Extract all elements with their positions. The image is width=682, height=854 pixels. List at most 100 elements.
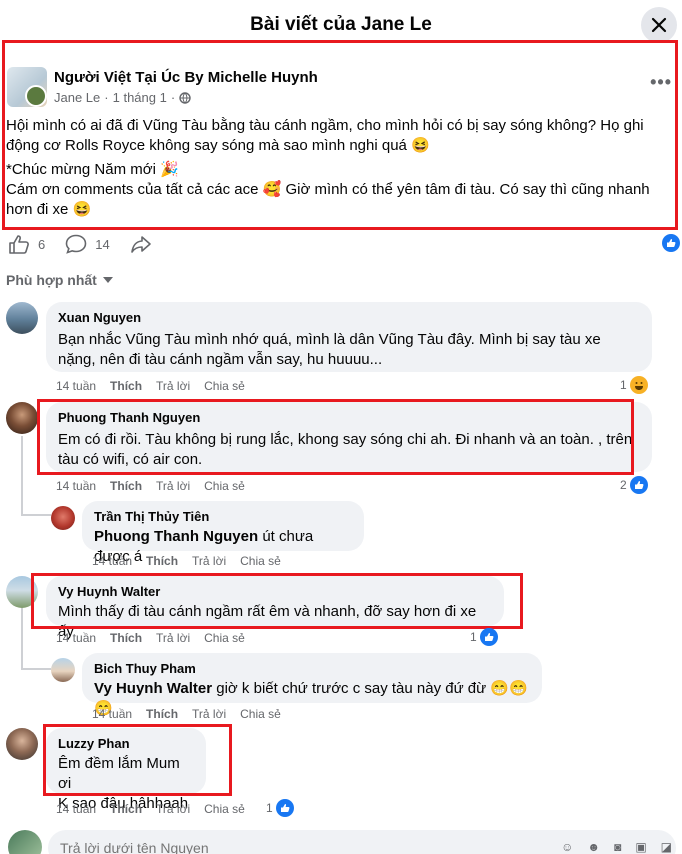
post-action-bar: 6 14 (8, 232, 172, 256)
thread-line (21, 668, 51, 670)
mention-link[interactable]: Vy Huynh Walter (94, 680, 212, 697)
reply-link[interactable]: Trả lời (156, 379, 190, 393)
post-paragraph: Hội mình có ai đã đi Vũng Tàu bằng tàu c… (6, 117, 644, 154)
post-meta: Jane Le · 1 tháng 1 · (54, 90, 191, 105)
comment-author[interactable]: Luzzy Phan (58, 736, 194, 752)
reply-link[interactable]: Trả lời (156, 802, 190, 816)
gif-icon[interactable]: ▣ (635, 840, 646, 854)
comment-bubble: Trần Thị Thủy Tiên Phuong Thanh Nguyen ú… (82, 501, 364, 565)
group-name-link[interactable]: Người Việt Tại Úc By Michelle Huynh (54, 69, 318, 86)
share-icon (130, 236, 151, 253)
reaction-count: 1 (470, 630, 477, 644)
thread-line (21, 608, 23, 670)
like-link[interactable]: Thích (110, 631, 142, 645)
globe-icon (179, 91, 191, 104)
comment-bubble: Luzzy Phan Êm đềm lắm Mum ơi K sao đâu h… (46, 728, 206, 812)
comment-text: Em có đi rồi. Tàu không bị rung lắc, kho… (58, 431, 633, 468)
comment-time[interactable]: 14 tuần (56, 479, 96, 493)
comment-bubble: Xuan Nguyen Bạn nhắc Vũng Tàu mình nhớ q… (46, 302, 652, 372)
reaction-count: 1 (266, 801, 273, 815)
share-link[interactable]: Chia sẻ (240, 707, 281, 721)
mention-link[interactable]: Phuong Thanh Nguyen (94, 528, 258, 545)
comment-actions: 14 tuần Thích Trả lời Chia sẻ (92, 554, 281, 568)
reply-bar: ☺ ☻ ◙ ▣ ◪ (0, 824, 682, 854)
comment-author[interactable]: Bich Thuy Pham (94, 661, 530, 677)
share-link[interactable]: Chia sẻ (240, 554, 281, 568)
haha-reaction-icon (629, 376, 648, 394)
comment-author[interactable]: Trần Thị Thủy Tiên (94, 509, 352, 525)
comment-text: Êm đềm lắm Mum ơi (58, 755, 180, 792)
comment-sort-dropdown[interactable]: Phù hợp nhất (6, 272, 113, 288)
comment-author[interactable]: Vy Huynh Walter (58, 584, 492, 600)
like-reaction-icon[interactable] (662, 234, 680, 252)
emoji-icon[interactable]: ☻ (587, 840, 600, 854)
comment-time[interactable]: 14 tuần (92, 554, 132, 568)
post-paragraph: Cám ơn comments của tất cả các ace 🥰 Giờ… (6, 181, 650, 218)
avatar[interactable] (6, 302, 38, 334)
close-icon (651, 17, 667, 33)
post-paragraph: *Chúc mừng Năm mới 🎉 (6, 161, 179, 178)
avatar-sticker-icon[interactable]: ☺ (561, 840, 573, 854)
comment-icon (65, 234, 87, 254)
share-link[interactable]: Chia sẻ (204, 379, 245, 393)
comment-time[interactable]: 14 tuần (92, 707, 132, 721)
avatar[interactable] (6, 402, 38, 434)
comment-bubble: Bich Thuy Pham Vy Huynh Walter giờ k biế… (82, 653, 542, 717)
post-author-link[interactable]: Jane Le (54, 90, 100, 105)
reply-link[interactable]: Trả lời (156, 479, 190, 493)
post-time[interactable]: 1 tháng 1 (113, 90, 167, 105)
comment-time[interactable]: 14 tuần (56, 379, 96, 393)
reaction-count: 1 (620, 378, 627, 392)
like-count: 6 (38, 236, 46, 252)
like-link[interactable]: Thích (110, 379, 142, 393)
dialog-header: Bài viết của Jane Le (0, 0, 682, 48)
comment-text: Bạn nhắc Vũng Tàu mình nhớ quá, mình là … (58, 331, 601, 368)
avatar[interactable] (6, 728, 38, 760)
comment-time[interactable]: 14 tuần (56, 802, 96, 816)
comment-count: 14 (95, 236, 110, 252)
like-button[interactable]: 6 (8, 234, 45, 254)
comment-actions: 14 tuần Thích Trả lời Chia sẻ (56, 802, 245, 816)
like-link[interactable]: Thích (110, 479, 142, 493)
reaction-count: 2 (620, 478, 627, 492)
avatar[interactable] (51, 658, 75, 682)
like-reaction-icon (275, 799, 294, 817)
reply-link[interactable]: Trả lời (192, 554, 226, 568)
comment-reactions[interactable]: 1 (470, 628, 498, 646)
avatar[interactable] (51, 506, 75, 530)
like-reaction-icon (629, 476, 648, 494)
comment-author[interactable]: Xuan Nguyen (58, 310, 640, 326)
dialog-title: Bài viết của Jane Le (250, 14, 432, 35)
camera-icon[interactable]: ◙ (614, 840, 621, 854)
share-link[interactable]: Chia sẻ (204, 802, 245, 816)
more-options-icon[interactable]: ••• (650, 72, 672, 93)
comment-author[interactable]: Phuong Thanh Nguyen (58, 410, 640, 426)
reply-link[interactable]: Trả lời (156, 631, 190, 645)
reply-link[interactable]: Trả lời (192, 707, 226, 721)
share-link[interactable]: Chia sẻ (204, 631, 245, 645)
like-link[interactable]: Thích (146, 707, 178, 721)
chevron-down-icon (102, 277, 113, 283)
comment-actions: 14 tuần Thích Trả lời Chia sẻ (92, 707, 281, 721)
comment-actions: 14 tuần Thích Trả lời Chia sẻ (56, 479, 245, 493)
group-avatar[interactable] (7, 67, 47, 107)
close-button[interactable] (641, 7, 677, 43)
comment-actions: 14 tuần Thích Trả lời Chia sẻ (56, 631, 245, 645)
like-reaction-icon (479, 628, 498, 646)
comment-button[interactable]: 14 (65, 234, 110, 254)
share-button[interactable] (130, 234, 152, 254)
sort-label: Phù hợp nhất (6, 272, 97, 288)
thread-line (21, 514, 51, 516)
share-link[interactable]: Chia sẻ (204, 479, 245, 493)
thumbs-up-icon (9, 235, 29, 254)
comment-bubble: Vy Huynh Walter Mình thấy đi tàu cánh ng… (46, 576, 504, 640)
like-link[interactable]: Thích (146, 554, 178, 568)
comment-reactions[interactable]: 1 (620, 376, 648, 394)
comment-time[interactable]: 14 tuần (56, 631, 96, 645)
avatar[interactable] (6, 576, 38, 608)
sticker-icon[interactable]: ◪ (661, 840, 672, 854)
like-link[interactable]: Thích (110, 802, 142, 816)
current-user-avatar (8, 830, 42, 854)
comment-reactions[interactable]: 1 (266, 799, 294, 817)
comment-reactions[interactable]: 2 (620, 476, 648, 494)
